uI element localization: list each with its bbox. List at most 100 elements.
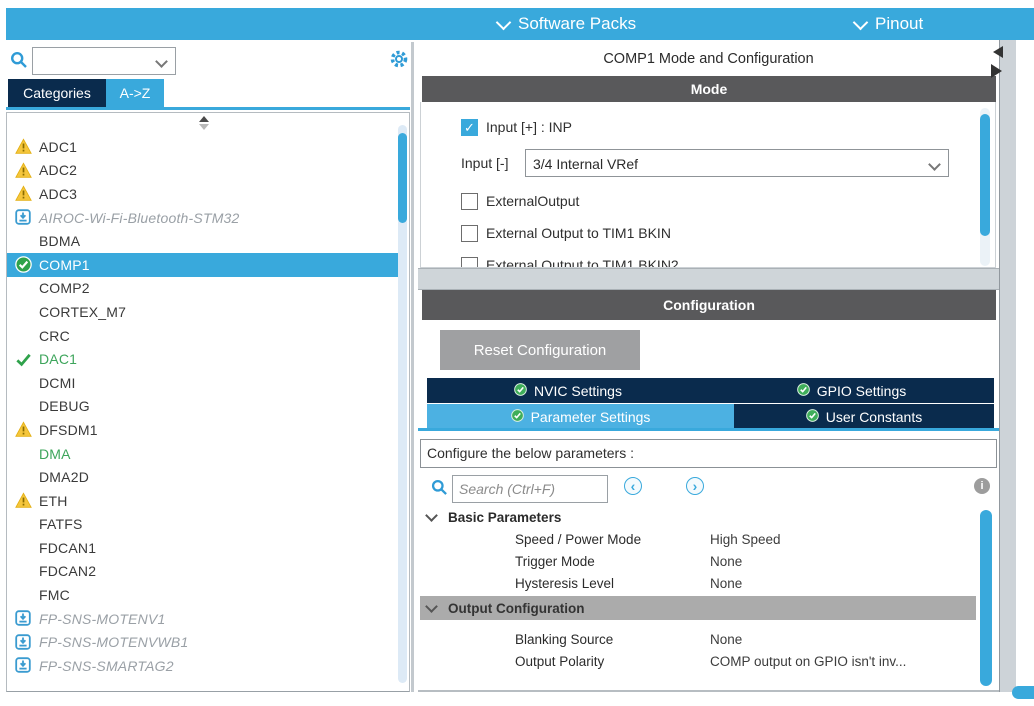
input-minus-label: Input [-] xyxy=(461,155,525,171)
checkbox[interactable] xyxy=(461,257,478,269)
tab-label: User Constants xyxy=(826,409,922,425)
search-next-button[interactable]: › xyxy=(686,477,704,495)
checkbox-label: External Output to TIM1 BKIN2 xyxy=(486,257,679,268)
parameter-value[interactable]: High Speed xyxy=(710,532,781,547)
collapse-left-icon[interactable] xyxy=(993,46,1003,58)
panel-divider[interactable] xyxy=(411,42,414,692)
list-item[interactable]: DAC1 xyxy=(7,347,399,371)
download-icon xyxy=(15,209,32,226)
tab-underline xyxy=(6,107,410,110)
parameter-value[interactable]: None xyxy=(710,632,742,647)
list-item-label: FP-SNS-MOTENVWB1 xyxy=(39,634,188,650)
download-icon xyxy=(15,634,32,651)
checkbox[interactable]: ✓ xyxy=(461,119,478,136)
horizontal-scrollbar-thumb[interactable] xyxy=(1012,686,1034,699)
chevron-down-icon xyxy=(853,14,869,30)
list-item-label: FDCAN1 xyxy=(39,540,96,556)
list-item[interactable]: ADC2 xyxy=(7,159,399,183)
mode-section: ✓ Input [+] : INP Input [-]3/4 Internal VR… xyxy=(420,102,996,268)
tab-a-to-z[interactable]: A->Z xyxy=(106,79,164,107)
list-item[interactable]: CRC xyxy=(7,324,399,348)
left-tabs: Categories A->Z xyxy=(8,79,164,107)
peripherals-panel: Categories A->Z ADC1ADC2 ADC3 AIROC-Wi-Fi-… xyxy=(6,42,410,692)
parameter-row: Trigger ModeNone xyxy=(420,550,976,572)
list-item-label: FATFS xyxy=(39,516,83,532)
parameter-value[interactable]: COMP output on GPIO isn't inv... xyxy=(710,654,906,669)
checkbox[interactable] xyxy=(461,225,478,242)
parameter-value[interactable]: None xyxy=(710,554,742,569)
right-scroll-rail[interactable] xyxy=(999,40,1016,692)
list-item[interactable]: COMP1 xyxy=(7,253,399,277)
checkbox[interactable] xyxy=(461,193,478,210)
list-item-label: FP-SNS-MOTENV1 xyxy=(39,611,165,627)
list-scrollbar-thumb[interactable] xyxy=(398,133,407,223)
list-item[interactable]: FP-SNS-SMARTAG2 xyxy=(7,654,399,678)
list-item[interactable]: CORTEX_M7 xyxy=(7,300,399,324)
search-previous-button[interactable]: ‹ xyxy=(624,477,642,495)
tab-label: NVIC Settings xyxy=(534,383,622,399)
peripherals-list: ADC1ADC2 ADC3 AIROC-Wi-Fi-Bluetooth-STM32B… xyxy=(6,112,410,692)
parameter-name: Output Polarity xyxy=(515,654,710,669)
software-packs-menu[interactable]: Software Packs xyxy=(498,8,636,40)
peripheral-search-combobox[interactable] xyxy=(32,47,176,75)
parameter-search-input[interactable] xyxy=(452,475,608,503)
parameter-name: Hysteresis Level xyxy=(515,576,710,591)
configure-parameters-label: Configure the below parameters : xyxy=(420,439,997,468)
parameter-name: Speed / Power Mode xyxy=(515,532,710,547)
list-item[interactable]: DFSDM1 xyxy=(7,418,399,442)
parameter-group-row[interactable]: Basic Parameters xyxy=(420,506,976,528)
info-icon[interactable]: i xyxy=(974,478,990,494)
list-item[interactable]: FMC xyxy=(7,583,399,607)
list-item[interactable]: FDCAN1 xyxy=(7,536,399,560)
expand-right-icon[interactable] xyxy=(991,64,1002,78)
list-item-label: ETH xyxy=(39,493,68,509)
list-item[interactable]: FP-SNS-MOTENVWB1 xyxy=(7,630,399,654)
list-item[interactable]: COMP2 xyxy=(7,277,399,301)
list-item-label: ADC3 xyxy=(39,186,77,202)
sort-down-icon xyxy=(199,124,209,130)
list-item[interactable]: BDMA xyxy=(7,229,399,253)
tab-nvic-settings[interactable]: NVIC Settings xyxy=(427,378,709,403)
list-item[interactable]: ADC1 xyxy=(7,135,399,159)
configuration-tabs: NVIC Settings GPIO SettingsParameter Sett… xyxy=(427,378,994,430)
section-splitter[interactable] xyxy=(418,268,999,290)
list-item[interactable]: DEBUG xyxy=(7,395,399,419)
mode-scrollbar-thumb[interactable] xyxy=(980,114,990,236)
tab-categories[interactable]: Categories xyxy=(8,79,106,107)
parameter-group-name: Basic Parameters xyxy=(448,510,561,525)
list-item[interactable]: FDCAN2 xyxy=(7,560,399,584)
list-item[interactable]: DMA2D xyxy=(7,465,399,489)
list-item[interactable]: ETH xyxy=(7,489,399,513)
software-packs-label: Software Packs xyxy=(518,14,636,34)
mode-checkbox-row: ✓ Input [+] : INP xyxy=(461,116,995,138)
parameter-group-row[interactable]: Output Configuration xyxy=(420,596,976,620)
warning-icon xyxy=(15,185,32,202)
list-item[interactable]: AIROC-Wi-Fi-Bluetooth-STM32 xyxy=(7,206,399,230)
list-item[interactable]: ADC3 xyxy=(7,182,399,206)
list-item-label: DFSDM1 xyxy=(39,422,98,438)
check-badge-icon xyxy=(511,409,524,425)
sort-toggle[interactable] xyxy=(199,116,209,130)
checkbox-label: Input [+] : INP xyxy=(486,119,572,135)
parameter-search-row: ‹ › i xyxy=(418,474,993,502)
tab-gpio-settings[interactable]: GPIO Settings xyxy=(709,378,994,403)
gear-icon[interactable] xyxy=(388,48,410,70)
list-item-label: FDCAN2 xyxy=(39,563,96,579)
list-item[interactable]: FP-SNS-MOTENV1 xyxy=(7,607,399,631)
list-item[interactable]: FATFS xyxy=(7,513,399,537)
tab-user-constants[interactable]: User Constants xyxy=(734,404,994,429)
list-item-label: CORTEX_M7 xyxy=(39,304,126,320)
input-minus-select[interactable]: 3/4 Internal VRef xyxy=(525,149,949,177)
list-item-label: DMA2D xyxy=(39,469,89,485)
pinout-menu[interactable]: Pinout xyxy=(855,8,923,40)
warning-icon xyxy=(15,421,32,438)
tab-parameter-settings[interactable]: Parameter Settings xyxy=(427,404,734,429)
parameters-scrollbar-thumb[interactable] xyxy=(980,510,992,686)
chevron-down-icon xyxy=(496,14,512,30)
list-item[interactable]: DMA xyxy=(7,442,399,466)
warning-icon xyxy=(15,492,32,509)
check-icon xyxy=(15,351,32,368)
list-item[interactable]: DCMI xyxy=(7,371,399,395)
reset-configuration-button[interactable]: Reset Configuration xyxy=(440,330,640,370)
parameter-value[interactable]: None xyxy=(710,576,742,591)
